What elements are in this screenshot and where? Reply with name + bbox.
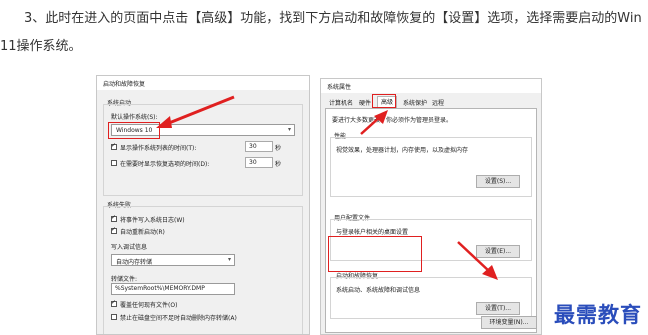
disable-low-space-label: 禁止在磁盘空间不足时自动删除内存转储(A) xyxy=(120,315,237,322)
seconds-unit: 秒 xyxy=(275,161,282,168)
advanced-tab-panel: 要进行大多数更改，你必须作为管理员登录。 性能 视觉效果，处理器计划，内存使用，… xyxy=(325,108,537,333)
annotation-highlight-startup-recovery xyxy=(328,236,422,272)
tab-system-protection[interactable]: 系统保护 xyxy=(403,98,427,108)
debug-info-label: 写入调试信息 xyxy=(111,244,148,251)
environment-variables-button[interactable]: 环境变量(N)... xyxy=(481,316,537,329)
chevron-down-icon: ▾ xyxy=(287,126,291,133)
dialog-titlebar: 启动和故障恢复 xyxy=(97,76,309,90)
performance-settings-button[interactable]: 设置(S)... xyxy=(476,175,520,188)
show-os-list-label: 显示操作系统列表的时间(T): xyxy=(120,145,197,152)
dialog-title: 启动和故障恢复 xyxy=(103,81,146,88)
seconds-unit: 秒 xyxy=(275,145,282,152)
dump-file-value: %SystemRoot%\MEMORY.DMP xyxy=(115,285,205,292)
show-os-list-value: 30 xyxy=(249,143,257,150)
write-log-checkbox[interactable] xyxy=(111,214,117,222)
debug-type-select[interactable]: 自动内存转储 ▾ xyxy=(111,254,235,266)
overwrite-checkbox[interactable] xyxy=(111,299,117,307)
tab-remote[interactable]: 远程 xyxy=(432,98,444,108)
intro-line-2: 11操作系统。 xyxy=(0,39,82,54)
dump-file-input[interactable]: %SystemRoot%\MEMORY.DMP xyxy=(111,283,235,295)
watermark-logo: 最需教育 xyxy=(554,302,642,327)
tab-computer-name[interactable]: 计算机名 xyxy=(329,98,353,108)
auto-restart-label: 自动重新启动(R) xyxy=(120,229,165,236)
chevron-down-icon: ▾ xyxy=(227,256,231,263)
system-properties-dialog: 系统属性 计算机名 硬件 高级 系统保护 远程 要进行大多数更改，你必须作为管理… xyxy=(320,78,542,335)
dialog-titlebar: 系统属性 xyxy=(321,79,541,93)
annotation-arrow-icon xyxy=(360,110,388,135)
performance-desc: 视觉效果，处理器计划，内存使用，以及虚拟内存 xyxy=(336,147,469,154)
user-profiles-desc: 与登录帐户相关的桌面设置 xyxy=(336,229,409,236)
show-recovery-spinner[interactable]: 30 xyxy=(245,157,273,168)
intro-line-1: 3、此时在进入的页面中点击【高级】功能，找到下方启动和故障恢复的【设置】选项，选… xyxy=(24,11,642,26)
show-os-list-checkbox[interactable] xyxy=(111,142,117,150)
startup-recovery-desc: 系统启动、系统故障和调试信息 xyxy=(336,287,421,294)
annotation-highlight-advanced-tab xyxy=(372,94,396,108)
dialog-title: 系统属性 xyxy=(327,84,352,91)
show-recovery-checkbox[interactable] xyxy=(111,160,117,166)
annotation-arrow-icon xyxy=(457,241,498,280)
overwrite-label: 覆盖任何现有文件(O) xyxy=(120,302,178,309)
disable-low-space-checkbox[interactable] xyxy=(111,314,117,320)
annotation-arrow-icon xyxy=(156,95,235,128)
show-os-list-spinner[interactable]: 30 xyxy=(245,141,273,152)
write-log-label: 将事件写入系统日志(W) xyxy=(120,217,185,224)
show-recovery-label: 在需要时显示恢复选项的时间(D): xyxy=(120,161,210,168)
auto-restart-checkbox[interactable] xyxy=(111,226,117,234)
dump-file-label: 转储文件: xyxy=(111,276,138,283)
show-recovery-value: 30 xyxy=(249,159,257,166)
debug-type-value: 自动内存转储 xyxy=(116,259,153,266)
tab-hardware[interactable]: 硬件 xyxy=(359,98,371,108)
startup-recovery-settings-button[interactable]: 设置(T)... xyxy=(476,302,520,315)
